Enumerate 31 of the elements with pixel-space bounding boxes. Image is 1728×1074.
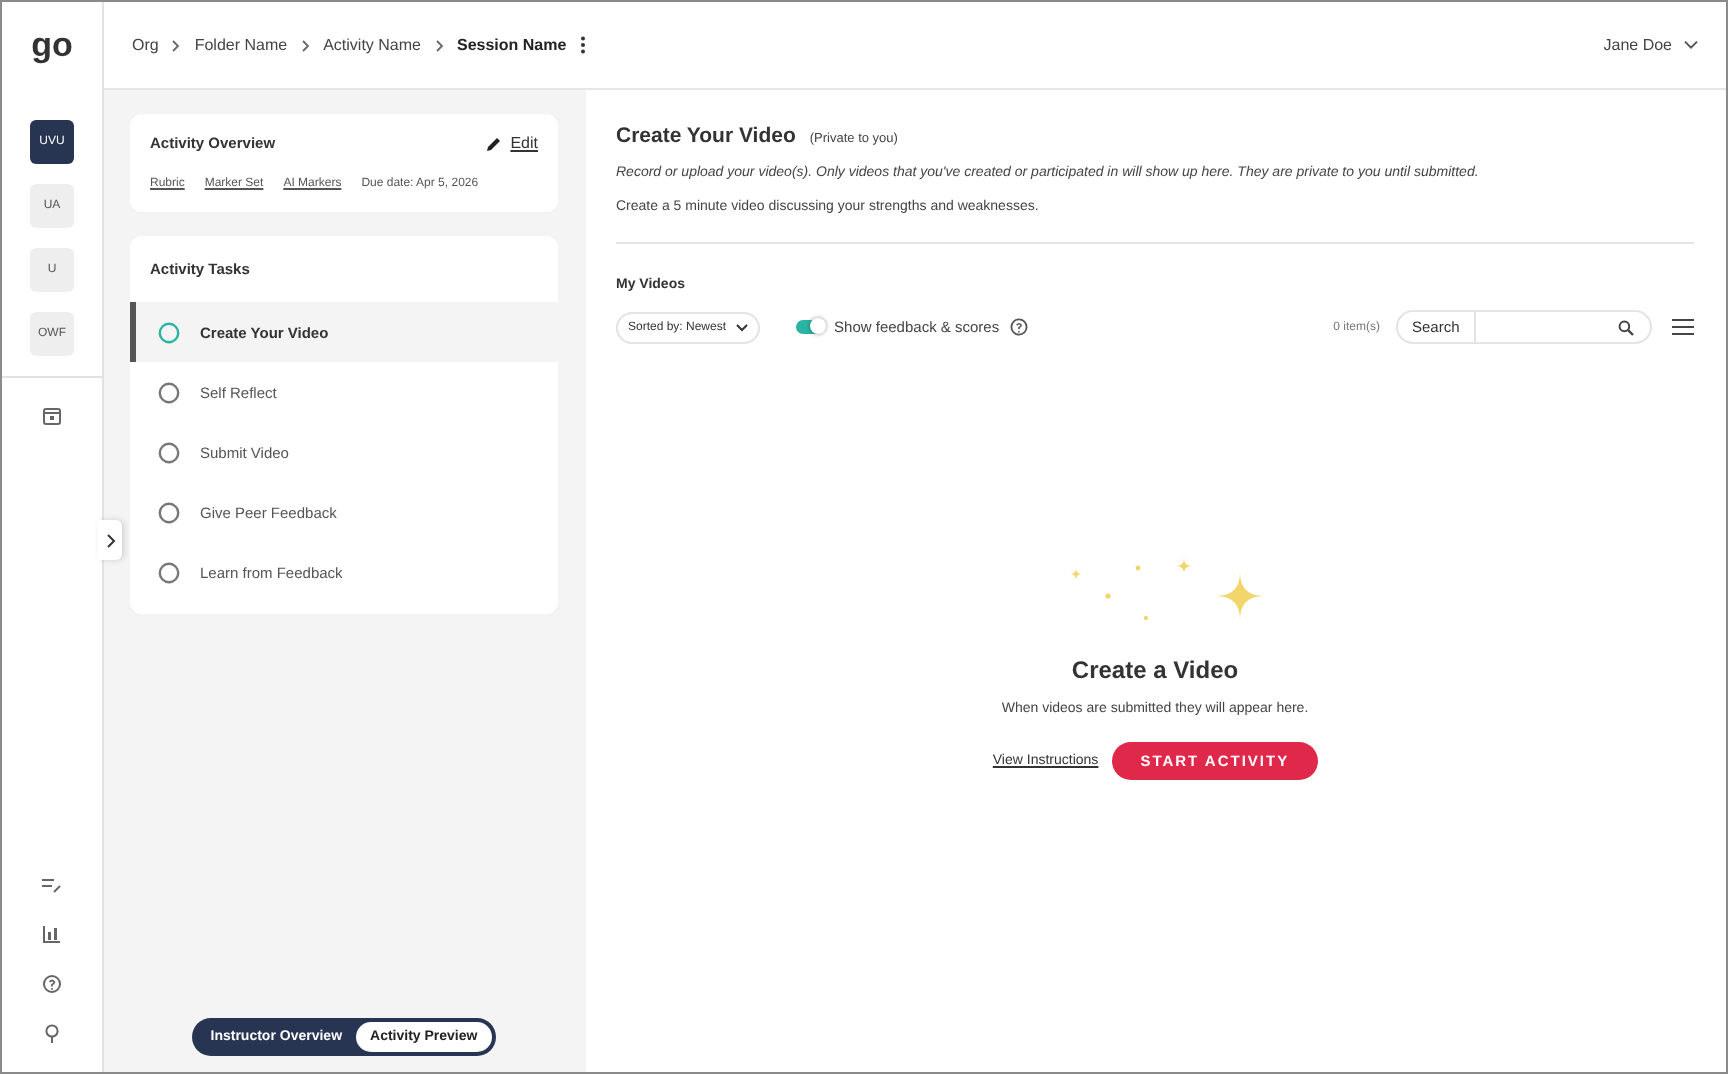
search-icon[interactable] (1618, 319, 1634, 335)
chevron-down-icon[interactable] (736, 323, 749, 331)
breadcrumb-link[interactable]: Org (132, 36, 159, 54)
help-icon[interactable] (42, 974, 62, 994)
chevron-right-icon (172, 39, 181, 51)
circle-icon[interactable] (158, 381, 180, 403)
page-title: Create Your Video (616, 124, 796, 148)
breadcrumb-link[interactable]: Activity Name (323, 36, 421, 54)
list-edit-icon[interactable] (42, 878, 62, 894)
circle-icon[interactable] (158, 441, 180, 463)
calendar-icon[interactable] (42, 406, 62, 426)
user-menu[interactable]: Jane Doe (1603, 36, 1698, 54)
lightbulb-icon[interactable] (44, 1024, 60, 1044)
breadcrumb-link[interactable]: Folder Name (194, 36, 288, 54)
chevron-right-icon[interactable] (105, 533, 115, 547)
expand-button[interactable] (98, 520, 122, 560)
pencil-icon[interactable] (486, 135, 503, 151)
more-icon[interactable] (580, 36, 587, 54)
chevron-right-icon (301, 39, 310, 51)
chevron-right-icon (435, 39, 443, 51)
chart-icon[interactable] (42, 924, 62, 944)
edit-button[interactable]: Edit (486, 134, 538, 152)
help-icon[interactable] (1009, 318, 1028, 336)
circle-icon[interactable] (158, 501, 180, 523)
chevron-down-icon[interactable] (1684, 40, 1698, 50)
empty-title: Create a Video (1071, 656, 1239, 684)
list-view-icon[interactable] (1672, 318, 1694, 336)
circle-icon[interactable] (158, 561, 180, 583)
breadcrumb-link[interactable]: Session Name (457, 36, 567, 54)
toggle-switch[interactable] (796, 320, 825, 334)
logo[interactable]: go (31, 2, 73, 90)
